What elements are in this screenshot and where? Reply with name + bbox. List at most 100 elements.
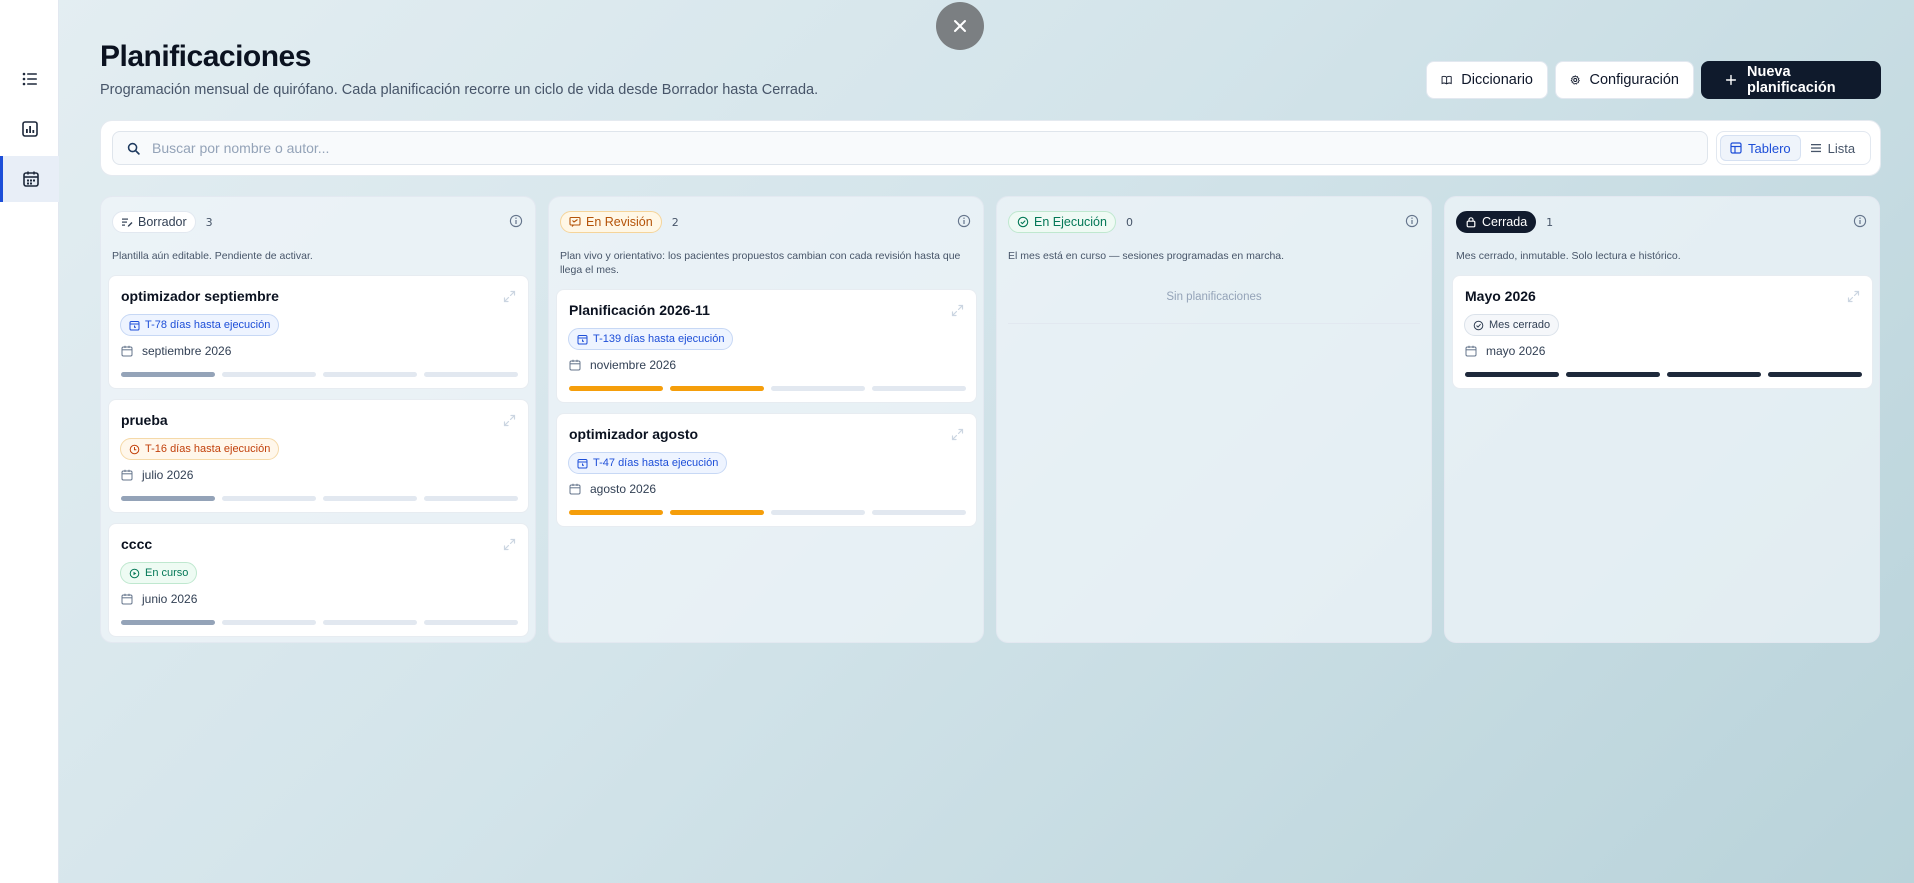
expand-icon[interactable] [951, 428, 964, 441]
status-badge-label: Borrador [138, 215, 187, 229]
board-view-label: Tablero [1748, 140, 1791, 156]
list-view-label: Lista [1827, 140, 1856, 156]
calendar-icon [23, 171, 39, 187]
card-month: julio 2026 [121, 468, 193, 482]
dictionary-button[interactable]: Diccionario [1426, 61, 1548, 99]
plan-card[interactable]: Planificación 2026-11 T-139 días hasta e… [556, 289, 977, 403]
card-title: Mayo 2026 [1465, 288, 1536, 304]
settings-button[interactable]: Configuración [1555, 61, 1694, 99]
progress-segment [771, 386, 865, 391]
column-description: Mes cerrado, inmutable. Solo lectura e h… [1456, 250, 1681, 262]
calendar-icon [1465, 345, 1477, 357]
countdown-label: T-78 días hasta ejecución [145, 319, 271, 331]
expand-icon[interactable] [503, 414, 516, 427]
page-subtitle: Programación mensual de quirófano. Cada … [100, 82, 819, 98]
column-count: 3 [205, 215, 213, 229]
status-label: Mes cerrado [1489, 319, 1551, 331]
lifecycle-progress [121, 372, 518, 377]
card-month: junio 2026 [121, 592, 197, 606]
lifecycle-progress [1465, 372, 1862, 377]
clock-icon [129, 444, 140, 454]
card-month-label: noviembre 2026 [590, 358, 677, 372]
lifecycle-progress [569, 386, 966, 391]
plan-card[interactable]: optimizador septiembre T-78 días hasta e… [108, 275, 529, 389]
progress-segment [771, 510, 865, 515]
settings-label: Configuración [1589, 72, 1679, 88]
check-circle-icon [1017, 216, 1029, 228]
search-input[interactable] [152, 140, 1652, 156]
countdown-badge: T-47 días hasta ejecución [568, 452, 728, 474]
countdown-label: T-139 días hasta ejecución [593, 333, 725, 345]
progress-segment [670, 510, 764, 515]
list-icon [1810, 144, 1821, 153]
column-description: Plan vivo y orientativo: los pacientes p… [560, 250, 961, 276]
progress-segment [872, 386, 966, 391]
progress-segment [222, 372, 316, 377]
plan-card[interactable]: prueba T-16 días hasta ejecución julio 2… [108, 399, 529, 513]
calendar-clock-icon [577, 334, 588, 344]
draft-edit-icon [122, 218, 133, 227]
plan-card[interactable]: Mayo 2026 Mes cerrado mayo 2026 [1452, 275, 1873, 389]
countdown-badge: T-16 días hasta ejecución [120, 438, 280, 460]
column-borrador: Borrador 3 Plantilla aún editable. Pendi… [100, 196, 536, 643]
calendar-clock-icon [129, 320, 140, 330]
calendar-icon [121, 593, 133, 605]
info-icon[interactable] [509, 214, 523, 228]
info-icon[interactable] [957, 214, 971, 228]
progress-segment [121, 496, 215, 501]
dictionary-label: Diccionario [1461, 72, 1533, 88]
card-month-label: septiembre 2026 [142, 344, 232, 358]
new-plan-button[interactable]: Nueva planificación [1701, 61, 1881, 99]
board-view-button[interactable]: Tablero [1720, 135, 1801, 161]
sidebar-item-list[interactable] [0, 56, 59, 102]
card-month: noviembre 2026 [569, 358, 676, 372]
status-badge-label: En Revisión [586, 215, 653, 229]
lock-icon [1466, 217, 1476, 228]
book-open-icon [1441, 75, 1452, 85]
progress-segment [323, 372, 417, 377]
progress-segment [872, 510, 966, 515]
search-box [112, 131, 1708, 165]
play-circle-icon [129, 568, 140, 578]
plan-card[interactable]: optimizador agosto T-47 días hasta ejecu… [556, 413, 977, 527]
empty-state: Sin planificaciones [1166, 291, 1262, 303]
sidebar-item-analytics[interactable] [0, 106, 59, 152]
card-title: optimizador agosto [569, 426, 699, 442]
column-count: 1 [1546, 215, 1554, 229]
progress-segment [222, 496, 316, 501]
info-icon[interactable] [1853, 214, 1867, 228]
search-icon [127, 142, 140, 155]
status-label: En curso [145, 567, 189, 579]
column-en-ejecucion: En Ejecución 0 El mes está en curso — se… [996, 196, 1432, 643]
gear-icon [1570, 75, 1580, 85]
card-month-label: junio 2026 [142, 592, 198, 606]
status-badge: Mes cerrado [1464, 314, 1560, 336]
card-month: septiembre 2026 [121, 344, 231, 358]
info-icon[interactable] [1405, 214, 1419, 228]
progress-segment [670, 386, 764, 391]
sidebar-item-planning[interactable] [0, 156, 59, 202]
progress-segment [323, 496, 417, 501]
progress-segment [569, 386, 663, 391]
calendar-icon [569, 483, 581, 495]
expand-icon[interactable] [951, 304, 964, 317]
card-title: prueba [121, 412, 168, 428]
card-month-label: agosto 2026 [590, 482, 657, 496]
progress-segment [121, 372, 215, 377]
progress-segment [323, 620, 417, 625]
close-button[interactable] [936, 2, 984, 50]
progress-segment [1566, 372, 1660, 377]
progress-segment [1768, 372, 1862, 377]
expand-icon[interactable] [503, 290, 516, 303]
list-view-button[interactable]: Lista [1801, 135, 1864, 161]
progress-segment [424, 372, 518, 377]
progress-segment [424, 496, 518, 501]
expand-icon[interactable] [503, 538, 516, 551]
sidebar [0, 0, 59, 883]
plan-card[interactable]: cccc En curso junio 2026 [108, 523, 529, 637]
lifecycle-progress [121, 496, 518, 501]
progress-segment [1465, 372, 1559, 377]
expand-icon[interactable] [1847, 290, 1860, 303]
lifecycle-progress [569, 510, 966, 515]
divider [1008, 323, 1420, 324]
